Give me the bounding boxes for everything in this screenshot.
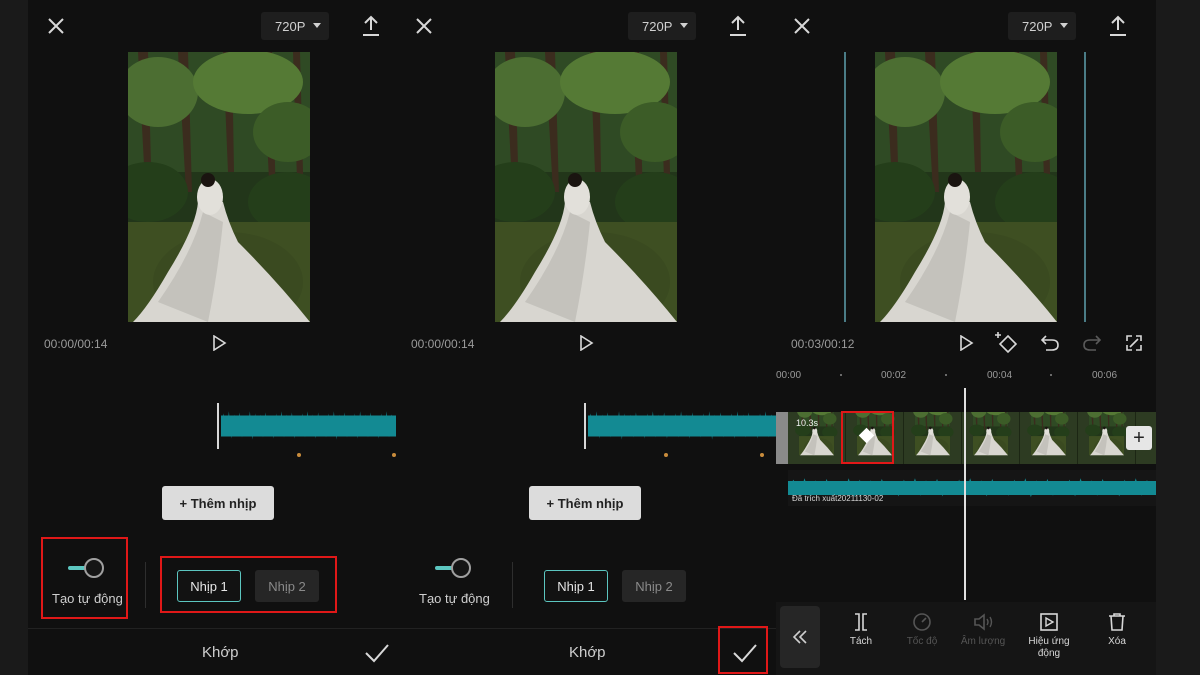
left-gutter [0, 0, 28, 675]
match-title: Khớp [202, 644, 239, 661]
split-icon [855, 613, 867, 631]
clip-thumbnail [1020, 412, 1078, 464]
add-clip-button[interactable]: + [1126, 426, 1152, 450]
clip-trim-handle[interactable] [776, 412, 788, 464]
check-icon[interactable] [364, 643, 390, 663]
video-preview [875, 52, 1057, 322]
beat-marker [664, 453, 668, 457]
highlight-box [160, 556, 337, 613]
timecode: 00:00/00:14 [411, 337, 475, 351]
effects-icon [1040, 613, 1058, 631]
resolution-label: 720P [1022, 18, 1053, 34]
split-tool[interactable]: Tách [831, 612, 891, 648]
close-icon[interactable] [414, 16, 434, 36]
right-gutter [1156, 0, 1200, 675]
match-title: Khớp [569, 644, 606, 661]
auto-create-label: Tạo tự động [419, 591, 490, 606]
delete-label: Xóa [1108, 636, 1126, 647]
video-preview [128, 52, 310, 322]
audio-track-name: Đã trích xuất20211130-02 [792, 494, 884, 503]
export-icon[interactable] [360, 14, 382, 38]
add-beat-button[interactable]: + Thêm nhịp [529, 486, 641, 520]
volume-tool: Âm lượng [953, 612, 1013, 648]
audio-cursor [217, 403, 219, 449]
delete-tool[interactable]: Xóa [1087, 612, 1147, 648]
ruler-label: 00:00 [776, 370, 802, 381]
trash-icon [1109, 613, 1125, 631]
crop-guide-left [844, 52, 846, 322]
speed-icon [913, 613, 931, 631]
chevron-left-double-icon [792, 630, 807, 644]
panel-editor-timeline: 720P 00:03/00:12 00:00 00:02 00:04 00:06 [776, 0, 1156, 675]
volume-icon [974, 613, 993, 631]
fullscreen-icon[interactable] [1125, 334, 1143, 352]
audio-cursor [584, 403, 586, 449]
beat-marker [297, 453, 301, 457]
divider [28, 628, 396, 629]
ruler-tick [945, 374, 947, 376]
volume-label: Âm lượng [960, 636, 1006, 647]
divider [145, 562, 146, 608]
effects-tool[interactable]: Hiệu ứng động [1019, 612, 1079, 660]
chevron-down-icon [1060, 23, 1068, 28]
audio-waveform[interactable] [221, 405, 396, 447]
highlight-box [718, 626, 768, 674]
ruler-label: 00:06 [1092, 370, 1118, 381]
chevron-down-icon [313, 23, 321, 28]
export-icon[interactable] [1107, 14, 1129, 38]
ruler-tick [840, 374, 842, 376]
close-icon[interactable] [46, 16, 66, 36]
resolution-dropdown[interactable]: 720P [628, 12, 696, 40]
beat-2-button[interactable]: Nhịp 2 [622, 570, 686, 602]
video-preview [495, 52, 677, 322]
resolution-label: 720P [642, 18, 673, 34]
split-label: Tách [849, 636, 873, 647]
clip-thumbnail [904, 412, 962, 464]
audio-waveform[interactable] [588, 405, 776, 447]
undo-icon[interactable] [1040, 333, 1060, 351]
highlight-box [41, 537, 128, 619]
clip-duration: 10.3s [796, 418, 819, 428]
speed-label: Tốc độ [906, 636, 938, 647]
redo-icon [1083, 335, 1102, 351]
speed-tool: Tốc độ [892, 612, 952, 648]
auto-create-toggle[interactable] [435, 558, 471, 578]
effects-label: Hiệu ứng động [1028, 636, 1070, 659]
timecode: 00:03/00:12 [791, 337, 855, 351]
crop-guide-right [1084, 52, 1086, 322]
back-button[interactable] [780, 606, 820, 668]
keyframe-icon[interactable] [994, 330, 1020, 354]
ruler-tick [1050, 374, 1052, 376]
play-icon[interactable] [578, 335, 594, 351]
beat-marker [760, 453, 764, 457]
divider [512, 562, 513, 608]
clip-thumbnail [962, 412, 1020, 464]
chevron-down-icon [680, 23, 688, 28]
play-icon[interactable] [958, 335, 974, 351]
resolution-label: 720P [275, 18, 306, 34]
resolution-dropdown[interactable]: 720P [261, 12, 329, 40]
panel-beat-manual: 720P 00:00/00:14 + Thêm nhịp Tạo tự động… [396, 0, 776, 675]
export-icon[interactable] [727, 14, 749, 38]
ruler-label: 00:04 [987, 370, 1013, 381]
ruler-label: 00:02 [881, 370, 907, 381]
resolution-dropdown[interactable]: 720P [1008, 12, 1076, 40]
panel-beat-auto: 720P 00:00/00:14 + Thêm nhịp Tạo tự động… [28, 0, 396, 675]
play-icon[interactable] [211, 335, 227, 351]
timecode: 00:00/00:14 [44, 337, 108, 351]
add-beat-button[interactable]: + Thêm nhịp [162, 486, 274, 520]
beat-1-button[interactable]: Nhịp 1 [544, 570, 608, 602]
playhead[interactable] [964, 388, 966, 600]
close-icon[interactable] [792, 16, 812, 36]
